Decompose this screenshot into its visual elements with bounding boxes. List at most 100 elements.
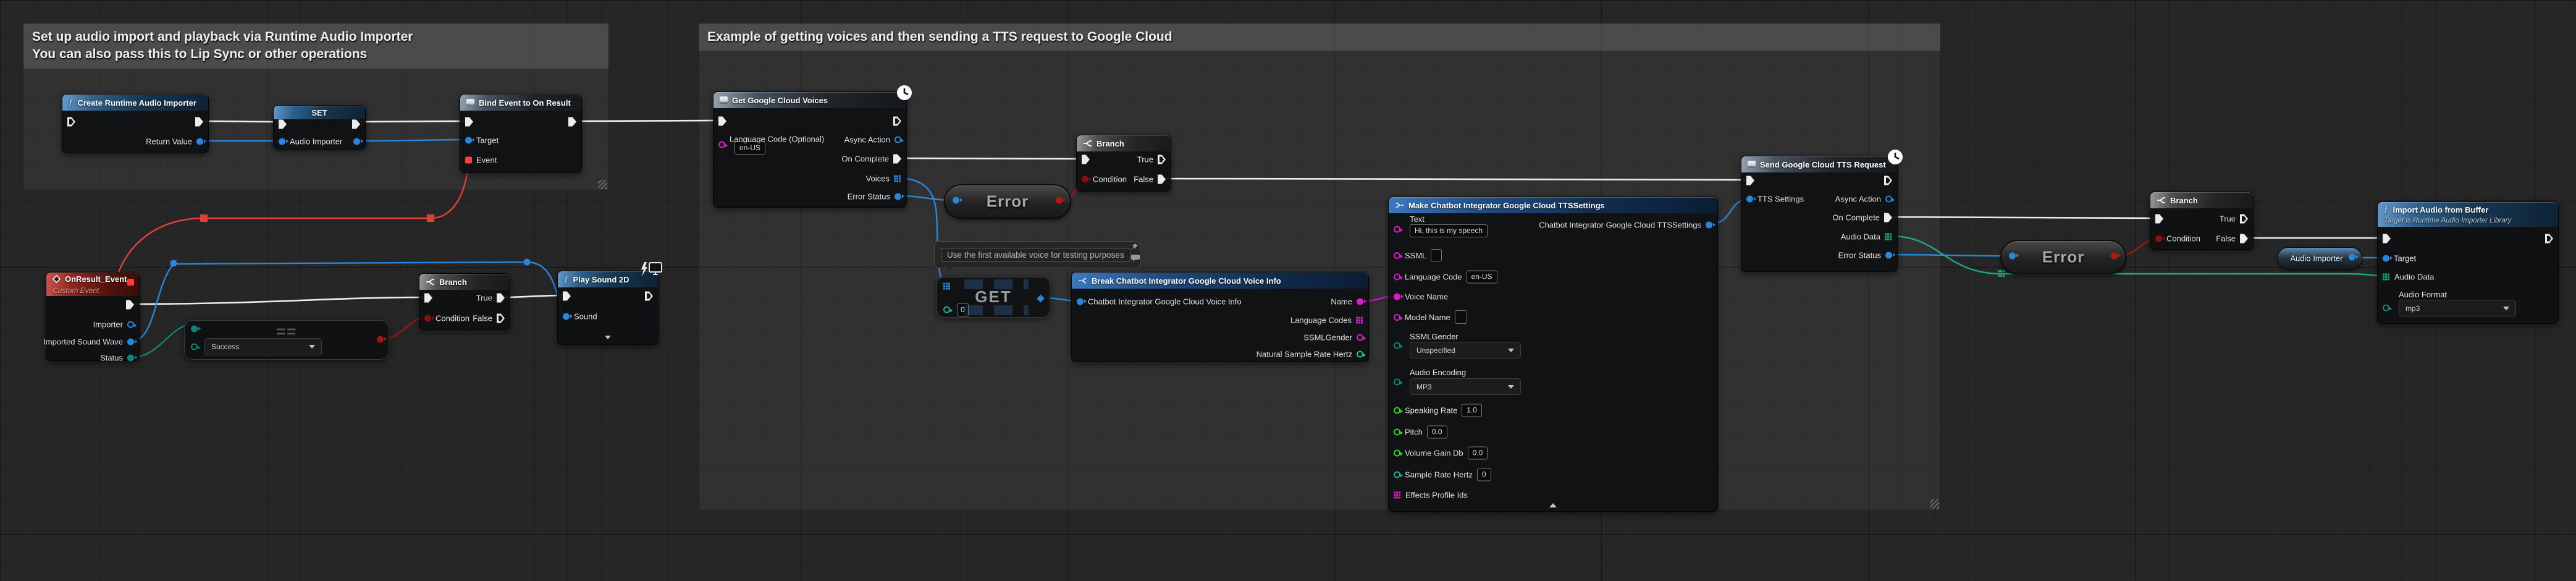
imported-sound-wave-pin[interactable]: Imported Sound Wave bbox=[43, 337, 134, 347]
model-name-pin[interactable]: Model Name bbox=[1394, 310, 1467, 324]
audio-data-array-pin[interactable]: Audio Data bbox=[1841, 232, 1892, 242]
node-comment-bubble[interactable]: Use the first available voice for testin… bbox=[934, 241, 1140, 268]
language-code-field[interactable]: en-US bbox=[734, 142, 765, 155]
exec-out-pin[interactable] bbox=[568, 117, 576, 127]
ssml-gender-dropdown[interactable]: Unspecified bbox=[1410, 342, 1521, 358]
voice-name-pin[interactable]: Voice Name bbox=[1394, 292, 1448, 302]
node-error-macro-2[interactable]: Error bbox=[2000, 240, 2126, 274]
bool-out-pin[interactable] bbox=[2111, 253, 2118, 260]
error-status-in-pin[interactable] bbox=[953, 197, 959, 204]
node-play-sound-2d[interactable]: ƒ Play Sound 2D Sound bbox=[557, 271, 659, 345]
expand-node-chevron-icon[interactable] bbox=[605, 336, 611, 339]
audio-importer-out-pin[interactable] bbox=[353, 138, 360, 145]
text-pin[interactable] bbox=[1394, 226, 1400, 233]
model-name-field[interactable] bbox=[1455, 310, 1467, 324]
node-header[interactable]: Break Chatbot Integrator Google Cloud Vo… bbox=[1072, 273, 1368, 289]
true-exec-pin[interactable]: True bbox=[1137, 155, 1166, 164]
enum-value-dropdown[interactable]: Success bbox=[204, 338, 322, 355]
importer-out-pin[interactable]: Importer bbox=[93, 320, 134, 329]
natural-sample-rate-pin[interactable]: Natural Sample Rate Hertz bbox=[1256, 350, 1363, 359]
node-send-google-cloud-tts-request[interactable]: Send Google Cloud TTS Request TTS Settin… bbox=[1741, 156, 1898, 272]
array-in-pin[interactable] bbox=[943, 283, 951, 290]
node-branch-1[interactable]: Branch Condition True False bbox=[419, 273, 510, 330]
language-codes-array-pin[interactable]: Language Codes bbox=[1290, 316, 1363, 325]
node-header[interactable]: ƒ Import Audio from Buffer Target is Run… bbox=[2378, 202, 2558, 227]
ssml-field[interactable] bbox=[1431, 249, 1442, 261]
on-complete-exec-pin[interactable]: On Complete bbox=[1832, 213, 1892, 223]
sound-pin[interactable]: Sound bbox=[563, 312, 597, 321]
text-field[interactable]: Hi, this is my speech bbox=[1410, 224, 1488, 237]
false-exec-pin[interactable]: False bbox=[2216, 234, 2248, 244]
speaking-rate-pin[interactable]: Speaking Rate 1.0 bbox=[1394, 404, 1482, 417]
exec-in-pin[interactable] bbox=[718, 117, 726, 126]
audio-data-array-pin[interactable]: Audio Data bbox=[2383, 273, 2434, 282]
exec-in-pin[interactable] bbox=[279, 120, 287, 129]
audio-format-pin[interactable] bbox=[2383, 305, 2389, 312]
exec-out-pin[interactable] bbox=[195, 117, 203, 127]
tts-settings-in-pin[interactable]: TTS Settings bbox=[1746, 195, 1804, 204]
node-header[interactable]: Send Google Cloud TTS Request bbox=[1741, 156, 1897, 172]
sample-rate-field[interactable]: 0 bbox=[1477, 469, 1491, 481]
language-code-field[interactable]: en-US bbox=[1467, 271, 1497, 284]
on-complete-exec-pin[interactable]: On Complete bbox=[841, 155, 901, 164]
volume-gain-pin[interactable]: Volume Gain Db 0.0 bbox=[1394, 447, 1488, 460]
reroute-node[interactable] bbox=[200, 214, 208, 222]
bool-out-pin[interactable] bbox=[1056, 197, 1063, 204]
index-pin[interactable] bbox=[943, 307, 950, 313]
async-action-pin[interactable]: Async Action bbox=[844, 135, 901, 145]
node-set-audio-importer[interactable]: SET Audio Importer bbox=[273, 105, 366, 150]
node-header[interactable]: Branch bbox=[419, 274, 510, 290]
condition-pin[interactable]: Condition bbox=[1082, 175, 1127, 184]
volume-gain-field[interactable]: 0.0 bbox=[1468, 447, 1488, 460]
node-create-runtime-audio-importer[interactable]: ƒ Create Runtime Audio Importer Return V… bbox=[62, 94, 209, 153]
reroute-node[interactable] bbox=[427, 214, 434, 222]
exec-out-pin[interactable] bbox=[1884, 176, 1892, 185]
node-header[interactable]: Branch bbox=[2150, 192, 2253, 208]
node-header[interactable]: SET bbox=[274, 106, 365, 119]
ssml-pin[interactable]: SSML bbox=[1394, 249, 1442, 261]
index-field[interactable]: 0 bbox=[957, 303, 969, 316]
node-header[interactable]: ƒ Create Runtime Audio Importer bbox=[62, 95, 208, 111]
bool-result-pin[interactable] bbox=[377, 336, 384, 343]
exec-out-pin[interactable] bbox=[893, 117, 901, 126]
audio-encoding-pin[interactable] bbox=[1394, 379, 1400, 386]
reroute-node[interactable] bbox=[524, 259, 531, 266]
node-on-result-custom-event[interactable]: OnResult_Event Custom Event Importer Imp… bbox=[46, 272, 140, 361]
tts-settings-out-pin[interactable]: Chatbot Integrator Google Cloud TTSSetti… bbox=[1539, 221, 1712, 230]
element-out-pin[interactable] bbox=[1038, 296, 1043, 302]
audio-importer-in-pin[interactable]: Audio Importer bbox=[279, 137, 342, 146]
node-bind-event-to-on-result[interactable]: Bind Event to On Result Target Event bbox=[460, 94, 582, 173]
exec-out-pin[interactable] bbox=[645, 292, 653, 301]
node-header[interactable]: Make Chatbot Integrator Google Cloud TTS… bbox=[1389, 197, 1717, 213]
voice-info-in-pin[interactable]: Chatbot Integrator Google Cloud Voice In… bbox=[1077, 297, 1242, 307]
exec-in-pin[interactable] bbox=[424, 294, 432, 303]
exec-out-pin[interactable] bbox=[352, 120, 360, 129]
node-branch-2[interactable]: Branch Condition True False bbox=[1076, 135, 1171, 192]
false-exec-pin[interactable]: False bbox=[473, 314, 505, 323]
exec-in-pin[interactable] bbox=[2155, 214, 2163, 224]
reroute-node[interactable] bbox=[170, 260, 177, 267]
exec-in-pin[interactable] bbox=[2383, 234, 2391, 244]
node-get-google-cloud-voices[interactable]: Get Google Cloud Voices Language Code (O… bbox=[713, 91, 907, 208]
node-import-audio-from-buffer[interactable]: ƒ Import Audio from Buffer Target is Run… bbox=[2377, 201, 2559, 324]
exec-out-pin[interactable] bbox=[2545, 234, 2553, 244]
event-delegate-pin[interactable]: Event bbox=[465, 156, 497, 165]
error-status-pin[interactable]: Error Status bbox=[1838, 251, 1892, 260]
variable-out-pin[interactable] bbox=[2349, 254, 2355, 261]
condition-pin[interactable]: Condition bbox=[424, 314, 469, 323]
node-branch-3[interactable]: Branch Condition True False bbox=[2150, 192, 2254, 250]
exec-in-pin[interactable] bbox=[465, 117, 473, 127]
reroute-node[interactable] bbox=[1998, 270, 2005, 277]
node-audio-importer-variable[interactable]: Audio Importer bbox=[2277, 247, 2362, 269]
node-header[interactable]: Branch bbox=[1077, 135, 1171, 151]
node-header[interactable]: OnResult_Event Custom Event bbox=[46, 273, 139, 296]
voices-array-pin[interactable]: Voices bbox=[866, 174, 901, 184]
ssml-gender-out-pin[interactable]: SSMLGender bbox=[1303, 333, 1363, 342]
async-action-pin[interactable]: Async Action bbox=[1835, 195, 1892, 204]
error-status-in-pin[interactable] bbox=[2009, 253, 2016, 260]
node-header[interactable]: Get Google Cloud Voices bbox=[713, 92, 906, 108]
node-equal-enum[interactable]: == Success bbox=[184, 320, 389, 360]
node-header[interactable]: Bind Event to On Result bbox=[460, 95, 581, 111]
pitch-pin[interactable]: Pitch 0.0 bbox=[1394, 426, 1447, 439]
status-out-pin[interactable]: Status bbox=[100, 354, 134, 363]
